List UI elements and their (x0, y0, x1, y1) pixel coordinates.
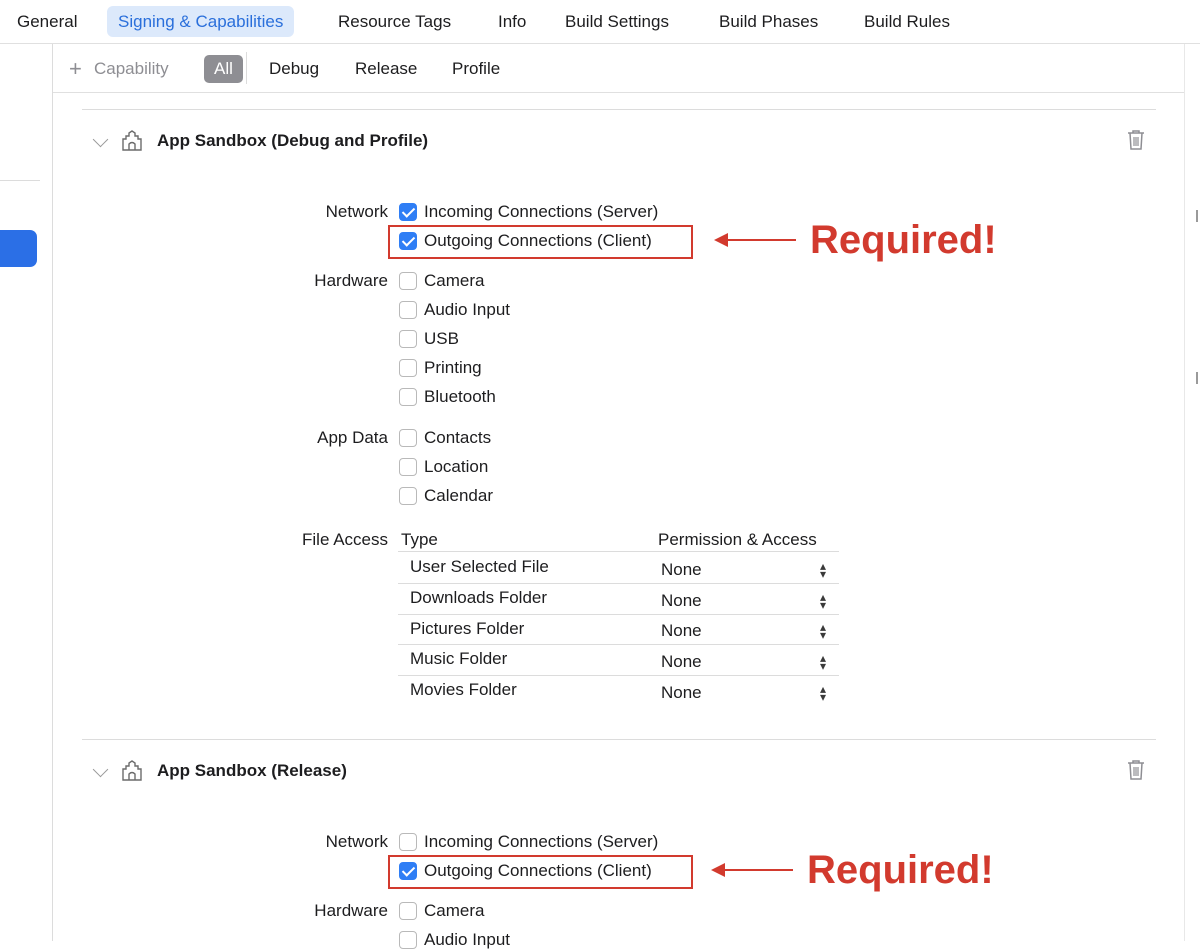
target-list-pane (0, 44, 53, 941)
contacts-checkbox[interactable] (399, 429, 417, 447)
printing-label: Printing (424, 358, 482, 377)
printing-checkbox[interactable] (399, 359, 417, 377)
audio-input-label: Audio Input (424, 300, 511, 319)
target-list-divider (0, 180, 40, 181)
location-label: Location (424, 457, 489, 476)
tab-build-settings[interactable]: Build Settings (565, 6, 669, 37)
table-row-divider (398, 644, 839, 645)
calendar-label: Calendar (424, 486, 493, 505)
network-label: Network (325, 832, 388, 851)
camera-checkbox[interactable] (399, 272, 417, 290)
arrow-line (723, 869, 793, 871)
tab-general[interactable]: General (17, 6, 77, 37)
calendar-checkbox[interactable] (399, 487, 417, 505)
required-annotation: Required! (810, 218, 997, 262)
hardware-label: Hardware (314, 901, 388, 920)
chevron-down-icon[interactable] (92, 761, 109, 778)
trash-icon[interactable] (1127, 129, 1145, 151)
incoming-connections-label: Incoming Connections (Server) (424, 202, 659, 221)
sandbox-icon (122, 760, 142, 781)
tab-resource-tags[interactable]: Resource Tags (338, 6, 451, 37)
scroll-tick (1196, 210, 1198, 222)
section-divider (82, 739, 1156, 740)
audio-input-checkbox[interactable] (399, 301, 417, 319)
up-down-chevron-icon[interactable]: ▴ ▾ (818, 652, 828, 672)
right-edge-divider (1184, 44, 1185, 941)
table-row-divider (398, 675, 839, 676)
incoming-connections-label: Incoming Connections (Server) (424, 832, 659, 851)
permission-popup[interactable]: None (661, 683, 702, 703)
tab-build-phases[interactable]: Build Phases (719, 6, 818, 37)
filter-all[interactable]: All (204, 55, 243, 83)
arrow-line (726, 239, 796, 241)
incoming-connections-checkbox[interactable] (399, 833, 417, 851)
bluetooth-label: Bluetooth (424, 387, 496, 406)
highlight-box (388, 225, 693, 259)
add-capability-label[interactable]: Capability (94, 55, 169, 83)
camera-label: Camera (424, 901, 485, 920)
filter-release[interactable]: Release (355, 55, 417, 83)
up-down-chevron-icon[interactable]: ▴ ▾ (818, 683, 828, 703)
contacts-label: Contacts (424, 428, 492, 447)
add-capability-button[interactable]: + (69, 55, 82, 83)
tab-signing-capabilities[interactable]: Signing & Capabilities (107, 6, 295, 37)
capability-filter-bar: + Capability All Debug Release Profile (53, 44, 1184, 93)
camera-checkbox[interactable] (399, 902, 417, 920)
editor-tab-bar: General Signing & Capabilities Resource … (0, 0, 1200, 44)
table-row-divider (398, 583, 839, 584)
scroll-tick (1196, 372, 1198, 384)
audio-input-label: Audio Input (424, 930, 511, 949)
chevron-down-icon[interactable] (92, 131, 109, 148)
camera-label: Camera (424, 271, 485, 290)
column-header-permission: Permission & Access (658, 530, 817, 549)
section-title: App Sandbox (Debug and Profile) (157, 131, 429, 150)
tab-info[interactable]: Info (498, 6, 526, 37)
filter-debug[interactable]: Debug (269, 55, 319, 83)
sandbox-icon (122, 130, 142, 151)
highlight-box (388, 855, 693, 889)
permission-popup[interactable]: None (661, 591, 702, 611)
permission-popup[interactable]: None (661, 621, 702, 641)
bluetooth-checkbox[interactable] (399, 388, 417, 406)
filter-profile[interactable]: Profile (452, 55, 500, 83)
table-header-divider (398, 551, 839, 552)
file-type-cell: Downloads Folder (410, 588, 548, 607)
file-type-cell: User Selected File (410, 557, 549, 576)
tab-build-rules[interactable]: Build Rules (864, 6, 950, 37)
app-data-label: App Data (317, 428, 388, 447)
filter-separator (246, 52, 247, 84)
section-title: App Sandbox (Release) (157, 761, 347, 780)
file-type-cell: Pictures Folder (410, 619, 525, 638)
file-type-cell: Music Folder (410, 649, 508, 668)
file-access-label: File Access (302, 530, 388, 549)
plus-icon: + (69, 56, 82, 81)
permission-popup[interactable]: None (661, 652, 702, 672)
up-down-chevron-icon[interactable]: ▴ ▾ (818, 560, 828, 580)
audio-input-checkbox[interactable] (399, 931, 417, 949)
table-row-divider (398, 614, 839, 615)
up-down-chevron-icon[interactable]: ▴ ▾ (818, 621, 828, 641)
file-type-cell: Movies Folder (410, 680, 517, 699)
location-checkbox[interactable] (399, 458, 417, 476)
up-down-chevron-icon[interactable]: ▴ ▾ (818, 591, 828, 611)
permission-popup[interactable]: None (661, 560, 702, 580)
column-header-type: Type (401, 530, 438, 549)
selected-target-item[interactable] (0, 230, 37, 267)
hardware-label: Hardware (314, 271, 388, 290)
section-divider (82, 109, 1156, 110)
incoming-connections-checkbox[interactable] (399, 203, 417, 221)
required-annotation: Required! (807, 848, 994, 892)
trash-icon[interactable] (1127, 759, 1145, 781)
usb-label: USB (424, 329, 459, 348)
network-label: Network (325, 202, 388, 221)
usb-checkbox[interactable] (399, 330, 417, 348)
